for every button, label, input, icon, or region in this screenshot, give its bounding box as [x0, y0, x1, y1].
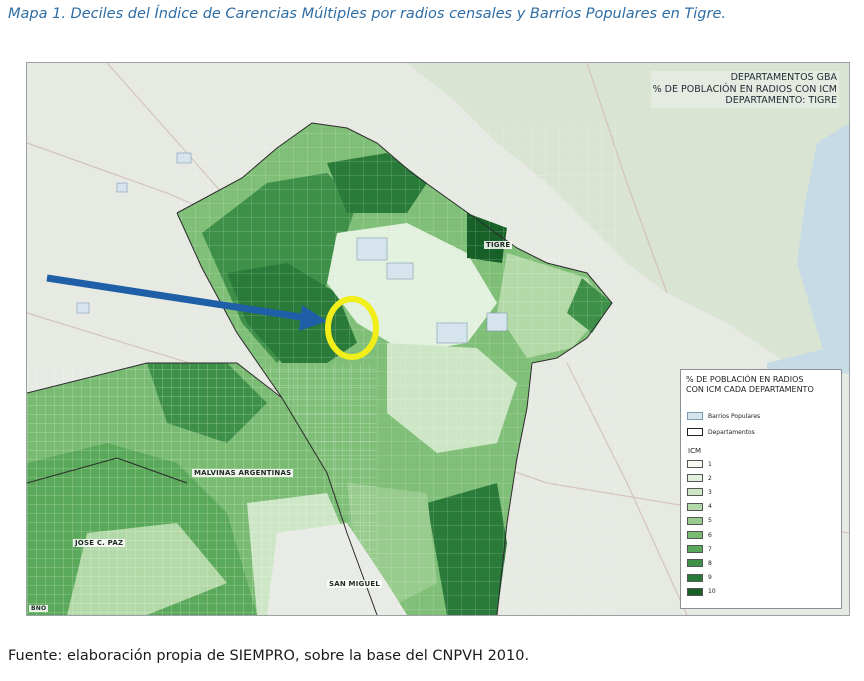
icm-swatch: [687, 460, 703, 468]
icm-class-label: 2: [708, 474, 712, 482]
legend-icm-class-8: 8: [687, 559, 712, 568]
icm-swatch: [687, 474, 703, 483]
legend-icm-class-7: 7: [687, 545, 712, 554]
legend-icm-class-5: 5: [687, 516, 712, 525]
icm-swatch: [687, 516, 703, 525]
legend-icm-class-3: 3: [687, 488, 712, 497]
legend-icm-class-9: 9: [687, 573, 712, 582]
legend-icm-class-2: 2: [687, 474, 712, 483]
figure-caption: Mapa 1. Deciles del Índice de Carencias …: [8, 6, 727, 22]
legend-row-departamentos: Departamentos: [687, 428, 755, 436]
icm-swatch: [687, 502, 703, 511]
map-title-block: DEPARTAMENTOS GBA % DE POBLACIÓN EN RADI…: [650, 71, 839, 108]
icm-class-label: 9: [708, 574, 712, 582]
legend-icm-title: ICM: [688, 447, 701, 455]
icm-swatch: [687, 587, 703, 596]
place-label-bottom-left: BNO: [29, 605, 49, 612]
icm-class-label: 1: [708, 460, 712, 468]
map-frame[interactable]: DEPARTAMENTOS GBA % DE POBLACIÓN EN RADI…: [26, 62, 850, 616]
place-label-san-miguel: SAN MIGUEL: [327, 580, 382, 588]
legend-icm-class-10: 10: [687, 587, 716, 596]
departamentos-swatch: [687, 428, 703, 436]
legend-icm-class-1: 1: [687, 460, 712, 468]
place-label-jose-c-paz: JOSE C. PAZ: [73, 539, 126, 547]
map-legend: % DE POBLACIÓN EN RADIOS CON ICM CADA DE…: [680, 369, 842, 609]
legend-row-barrios: Barrios Populares: [687, 412, 760, 420]
icm-class-label: 10: [708, 588, 716, 596]
barrios-swatch: [687, 412, 703, 420]
icm-swatch: [687, 545, 703, 554]
icm-class-label: 8: [708, 559, 712, 567]
icm-swatch: [687, 488, 703, 497]
icm-class-label: 3: [708, 488, 712, 496]
legend-icm-class-4: 4: [687, 502, 712, 511]
icm-class-label: 4: [708, 503, 712, 511]
map-title-line1: DEPARTAMENTOS GBA: [730, 72, 837, 83]
map-title-line3: DEPARTAMENTO: TIGRE: [725, 95, 837, 106]
icm-class-label: 6: [708, 531, 712, 539]
icm-swatch: [687, 531, 703, 539]
map-title-line2: % DE POBLACIÓN EN RADIOS CON ICM: [652, 83, 837, 95]
legend-title: % DE POBLACIÓN EN RADIOS CON ICM CADA DE…: [686, 375, 814, 394]
source-note: Fuente: elaboración propia de SIEMPRO, s…: [8, 648, 530, 664]
icm-swatch: [687, 573, 703, 582]
place-label-tigre: TIGRE: [484, 241, 513, 249]
icm-swatch: [687, 559, 703, 568]
legend-icm-class-6: 6: [687, 531, 712, 539]
place-label-malvinas: MALVINAS ARGENTINAS: [192, 469, 294, 477]
icm-class-label: 7: [708, 545, 712, 553]
icm-class-label: 5: [708, 517, 712, 525]
